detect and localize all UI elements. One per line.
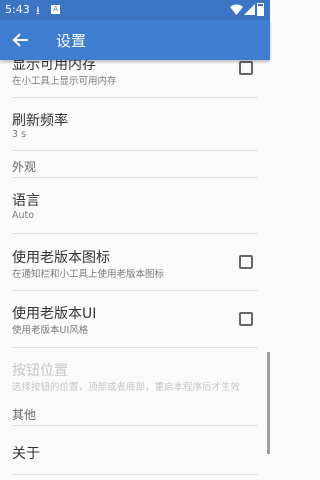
setting-title: 使用老版本图标 xyxy=(12,250,110,266)
signal-icon xyxy=(244,4,255,15)
setting-title: 显示可用内存 xyxy=(12,60,96,73)
old-icon-checkbox[interactable] xyxy=(239,255,253,269)
wifi-icon xyxy=(230,4,243,15)
download-icon: ⭳ xyxy=(36,4,40,17)
category-appearance: 外观 xyxy=(12,160,37,174)
battery-icon xyxy=(257,3,264,16)
setting-summary: 3 s xyxy=(12,129,27,140)
setting-old-ui[interactable]: 使用老版本UI 使用老版本UI风格 xyxy=(0,291,270,347)
divider xyxy=(12,474,258,475)
setting-summary: 在通知栏和小工具上使用老版本图标 xyxy=(12,269,165,280)
page-title: 设置 xyxy=(56,32,87,50)
app-notification-icon: A xyxy=(51,5,60,14)
setting-summary: 在小工具上显示可用内存 xyxy=(12,76,117,87)
setting-title: 关于 xyxy=(12,446,40,462)
setting-show-memory[interactable]: 显示可用内存 在小工具上显示可用内存 xyxy=(0,60,270,96)
app-toolbar: 设置 xyxy=(0,20,270,60)
setting-title: 使用老版本UI xyxy=(12,306,97,322)
divider xyxy=(12,150,258,151)
scrollbar[interactable] xyxy=(267,352,270,454)
status-bar: 5:43 ⭳ A xyxy=(0,0,270,20)
setting-old-icon[interactable]: 使用老版本图标 在通知栏和小工具上使用老版本图标 xyxy=(0,234,270,290)
setting-title: 语言 xyxy=(12,193,40,209)
settings-list[interactable]: 显示可用内存 在小工具上显示可用内存 刷新频率 3 s 外观 语言 Auto 使… xyxy=(0,60,270,480)
old-ui-checkbox[interactable] xyxy=(239,312,253,326)
arrow-left-icon[interactable] xyxy=(10,29,32,51)
setting-refresh-rate[interactable]: 刷新频率 3 s xyxy=(0,98,270,150)
setting-title: 按钮位置 xyxy=(12,363,68,379)
setting-language[interactable]: 语言 Auto xyxy=(0,178,270,233)
setting-about[interactable]: 关于 xyxy=(0,426,270,474)
show-memory-checkbox[interactable] xyxy=(239,61,253,75)
setting-summary: Auto xyxy=(12,210,35,221)
setting-summary: 选择按钮的位置，顶部或者底部，重启本程序后才生效 xyxy=(12,382,241,393)
setting-title: 刷新频率 xyxy=(12,113,68,129)
setting-button-position: 按钮位置 选择按钮的位置，顶部或者底部，重启本程序后才生效 xyxy=(0,348,270,403)
status-time: 5:43 xyxy=(5,3,30,16)
category-other: 其他 xyxy=(12,408,37,422)
setting-summary: 使用老版本UI风格 xyxy=(12,325,89,336)
